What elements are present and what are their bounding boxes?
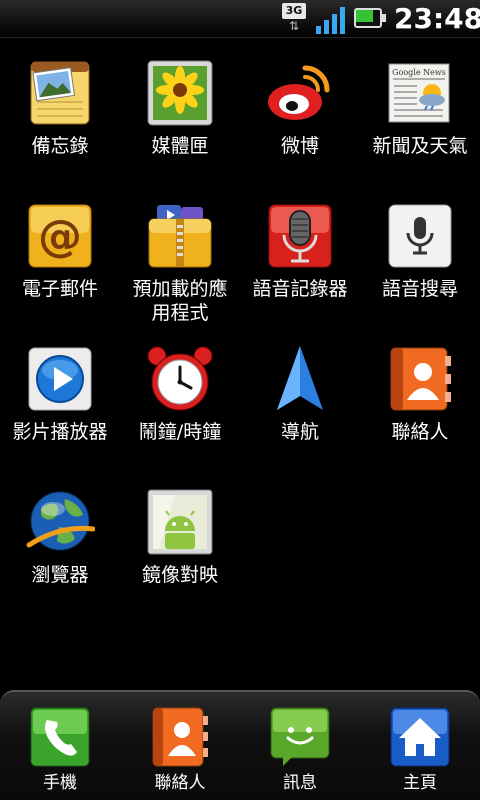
dock-label: 聯絡人 bbox=[154, 773, 206, 793]
app-voice-search[interactable]: 語音搜尋 bbox=[360, 201, 480, 301]
app-notes[interactable]: 備忘錄 bbox=[0, 58, 120, 158]
message-icon bbox=[269, 706, 331, 768]
gallery-icon bbox=[145, 58, 215, 128]
news-masthead: Google News bbox=[392, 68, 446, 77]
status-bar[interactable]: 3G ⇅ 23:48 bbox=[0, 0, 480, 38]
phone-icon bbox=[29, 706, 91, 768]
app-label: 微博 bbox=[280, 135, 319, 157]
home-icon bbox=[389, 706, 451, 768]
app-label: 鏡像對映 bbox=[141, 564, 218, 586]
notepad-icon bbox=[25, 58, 95, 128]
app-label-line1: 預加載的應 bbox=[132, 278, 228, 300]
contacts-icon bbox=[385, 344, 455, 414]
app-voice-recorder[interactable]: 語音記錄器 bbox=[240, 201, 360, 301]
play-icon bbox=[25, 344, 95, 414]
app-email[interactable]: @ 電子郵件 bbox=[0, 201, 120, 301]
app-label: 語音記錄器 bbox=[252, 278, 348, 300]
dock-home[interactable]: 主頁 bbox=[360, 706, 480, 794]
android-mirror-icon bbox=[145, 487, 215, 557]
app-label: 媒體匣 bbox=[151, 135, 209, 157]
app-label: 聯絡人 bbox=[391, 421, 449, 443]
app-label: 預加載的應 用程式 bbox=[120, 277, 240, 325]
clock-time: 23:48 bbox=[394, 2, 480, 35]
alarm-clock-icon bbox=[145, 344, 215, 414]
app-label-line2: 用程式 bbox=[151, 302, 209, 324]
dock-label: 訊息 bbox=[283, 773, 317, 793]
app-mirror[interactable]: 鏡像對映 bbox=[120, 487, 240, 587]
email-icon: @ bbox=[25, 201, 95, 271]
app-weibo[interactable]: 微博 bbox=[240, 58, 360, 158]
app-label: 電子郵件 bbox=[21, 278, 98, 300]
app-label: 導航 bbox=[280, 421, 319, 443]
app-video-player[interactable]: 影片播放器 bbox=[0, 344, 120, 444]
signal-bars-icon bbox=[316, 6, 346, 34]
network-type: 3G bbox=[282, 3, 306, 19]
app-label: 瀏覽器 bbox=[31, 564, 89, 586]
voice-search-icon bbox=[385, 201, 455, 271]
dock-label: 手機 bbox=[43, 773, 77, 793]
weibo-icon bbox=[265, 58, 335, 128]
app-news-weather[interactable]: Google News 新聞及天氣 bbox=[360, 58, 480, 158]
app-label: 影片播放器 bbox=[12, 421, 108, 443]
email-at-glyph: @ bbox=[38, 211, 82, 262]
contacts-icon bbox=[149, 706, 211, 768]
app-alarm-clock[interactable]: 鬧鐘/時鐘 bbox=[120, 344, 240, 444]
globe-icon bbox=[25, 487, 96, 557]
battery-icon bbox=[354, 8, 386, 28]
news-weather-icon: Google News bbox=[385, 58, 455, 128]
microphone-icon bbox=[265, 201, 335, 271]
folder-icon bbox=[145, 201, 215, 271]
app-contacts[interactable]: 聯絡人 bbox=[360, 344, 480, 444]
dock-bar: 手機 聯絡人 訊息 主頁 bbox=[0, 690, 480, 800]
data-arrows-icon: ⇅ bbox=[288, 19, 300, 33]
network-3g-icon: 3G ⇅ bbox=[282, 3, 306, 35]
app-label: 鬧鐘/時鐘 bbox=[138, 421, 222, 443]
battery-level bbox=[356, 10, 373, 22]
navigation-arrow-icon bbox=[265, 344, 335, 414]
app-media[interactable]: 媒體匣 bbox=[120, 58, 240, 158]
app-navigation[interactable]: 導航 bbox=[240, 344, 360, 444]
dock-contacts[interactable]: 聯絡人 bbox=[120, 706, 240, 794]
app-preloaded[interactable]: 預加載的應 用程式 bbox=[120, 201, 240, 325]
app-browser[interactable]: 瀏覽器 bbox=[0, 487, 120, 587]
app-label: 語音搜尋 bbox=[381, 278, 458, 300]
app-label: 新聞及天氣 bbox=[372, 135, 468, 157]
dock-label: 主頁 bbox=[403, 773, 437, 793]
dock-phone[interactable]: 手機 bbox=[0, 706, 120, 794]
dock-messages[interactable]: 訊息 bbox=[240, 706, 360, 794]
app-label: 備忘錄 bbox=[31, 135, 89, 157]
